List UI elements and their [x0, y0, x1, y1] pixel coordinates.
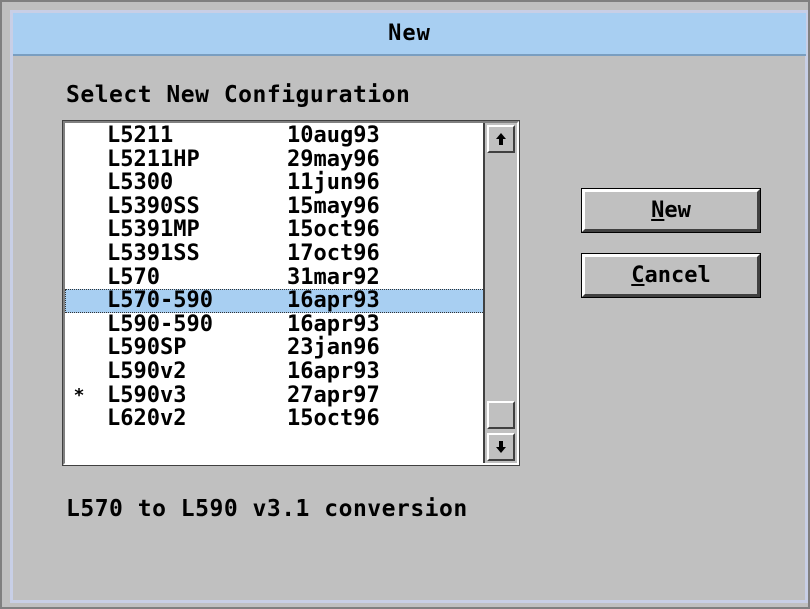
list-item[interactable]: L5391SS 17oct96	[65, 242, 485, 266]
config-date: 31mar92	[287, 264, 380, 290]
config-name: L620v2	[107, 406, 187, 432]
config-date: 10aug93	[287, 124, 380, 148]
list-item[interactable]: L5211HP 29may96	[65, 146, 485, 172]
list-item[interactable]: L590SP 23jan96	[65, 336, 485, 360]
config-date: 27apr97	[287, 382, 380, 408]
list-item[interactable]: L5300 11jun96	[65, 171, 485, 195]
select-configuration-label: Select New Configuration	[66, 82, 411, 108]
config-date: 29may96	[287, 146, 380, 172]
config-name: L5390SS	[107, 193, 200, 219]
config-name: L590SP	[107, 335, 187, 361]
vertical-scrollbar[interactable]	[483, 123, 517, 463]
cancel-button-label: Cancel	[631, 263, 710, 288]
cancel-button-mnemonic: C	[631, 263, 645, 288]
list-item[interactable]: L590v2 16apr93	[65, 360, 485, 384]
config-name: L590-590	[107, 311, 213, 337]
config-name: L570	[107, 264, 160, 290]
list-item[interactable]: L570-590 16apr93	[65, 289, 485, 313]
new-configuration-dialog: New Select New Configuration L5211 10aug9…	[0, 0, 810, 609]
list-item[interactable]: L620v2 15oct96	[65, 407, 485, 431]
list-item[interactable]: L590-590 16apr93	[65, 313, 485, 337]
list-item[interactable]: L5391MP 15oct96	[65, 218, 485, 242]
current-config-marker: *	[73, 384, 85, 406]
config-name: L5211HP	[107, 146, 200, 172]
scroll-down-button[interactable]	[487, 433, 515, 461]
new-button-mnemonic: N	[651, 198, 665, 223]
config-date: 15oct96	[287, 217, 380, 243]
config-date: 16apr93	[287, 288, 380, 314]
config-name: L590v2	[107, 358, 187, 384]
config-name: L5300	[107, 170, 174, 196]
dialog-title: New	[388, 21, 431, 46]
list-item[interactable]: L5390SS 15may96	[65, 195, 485, 219]
config-date: 15oct96	[287, 406, 380, 432]
config-name: L570-590	[107, 288, 213, 314]
arrow-up-icon	[496, 133, 506, 145]
config-date: 16apr93	[287, 311, 380, 337]
config-name: L5391MP	[107, 217, 200, 243]
config-date: 15may96	[287, 193, 380, 219]
title-bar[interactable]: New	[13, 13, 806, 56]
config-date: 17oct96	[287, 240, 380, 266]
scroll-up-button[interactable]	[487, 125, 515, 153]
new-button-label: New	[651, 198, 691, 223]
list-item[interactable]: L5211 10aug93	[65, 124, 485, 148]
config-date: 16apr93	[287, 358, 380, 384]
config-date: 11jun96	[287, 170, 380, 196]
arrow-down-icon	[496, 441, 506, 453]
configuration-list[interactable]: L5211 10aug93 L5211HP 29may96 L5300 11jun96 L5…	[65, 124, 485, 463]
configuration-listbox[interactable]: L5211 10aug93 L5211HP 29may96 L5300 11jun96 L5…	[62, 120, 520, 466]
config-name: L590v3	[107, 382, 187, 408]
config-name: L5391SS	[107, 240, 200, 266]
list-item[interactable]: L570 31mar92	[65, 264, 485, 290]
new-button[interactable]: New	[581, 188, 761, 233]
list-item[interactable]: * L590v3 27apr97	[65, 382, 485, 408]
cancel-button-label-rest: ancel	[644, 263, 711, 288]
config-name: L5211	[107, 124, 174, 148]
cancel-button[interactable]: Cancel	[581, 253, 761, 298]
scroll-thumb[interactable]	[487, 401, 515, 429]
config-date: 23jan96	[287, 335, 380, 361]
new-button-label-rest: ew	[664, 198, 691, 223]
configuration-description: L570 to L590 v3.1 conversion	[66, 496, 468, 522]
